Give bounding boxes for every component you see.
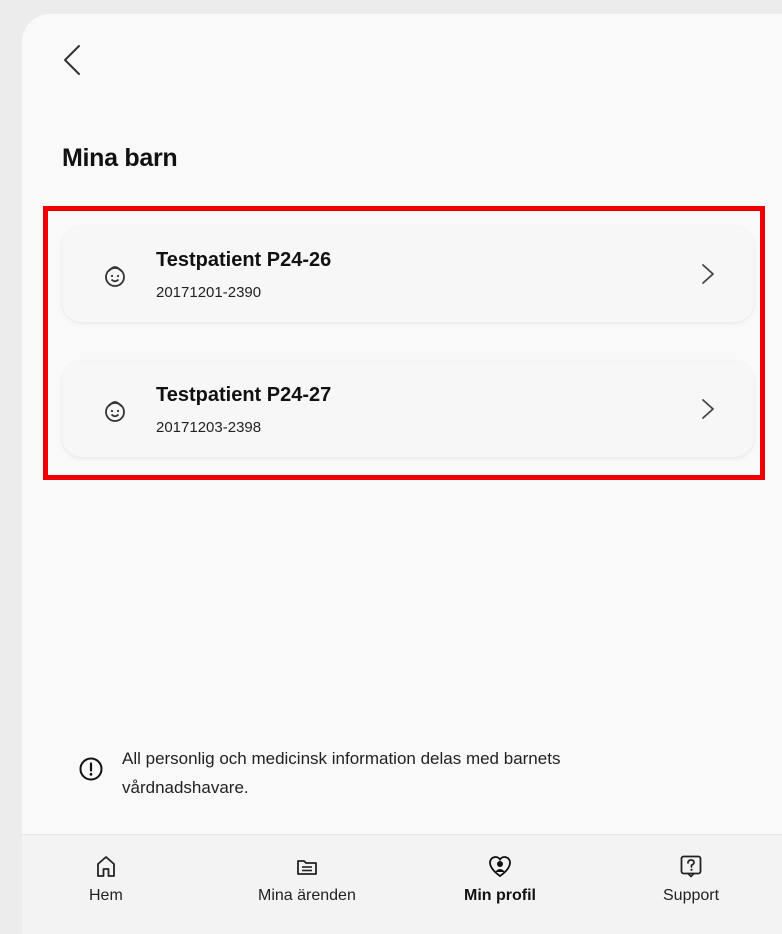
- info-text: All personlig och medicinsk information …: [122, 749, 561, 797]
- chevron-left-icon: [64, 45, 80, 75]
- inbox-icon: [297, 860, 317, 875]
- tab-support[interactable]: Support: [663, 853, 719, 905]
- tab-hem[interactable]: Hem: [89, 853, 123, 905]
- tab-mina-arenden[interactable]: Mina ärenden: [258, 853, 356, 905]
- chevron-right-icon: [700, 262, 716, 286]
- tab-label: Mina ärenden: [258, 887, 356, 904]
- tab-min-profil[interactable]: Min profil: [464, 853, 536, 905]
- child-card[interactable]: Testpatient P24-26 20171201-2390: [62, 226, 754, 322]
- bottom-tab-bar: Hem Mina ärenden Min profil Support: [22, 834, 782, 934]
- tab-label: Support: [663, 887, 720, 904]
- baby-icon: [100, 395, 130, 425]
- app-screen: Mina barn Testpatient P24-26 20171201-23…: [22, 14, 782, 934]
- tab-label: Min profil: [464, 887, 536, 904]
- info-circle-icon: [78, 756, 104, 782]
- tab-label: Hem: [89, 887, 123, 904]
- home-icon: [96, 856, 115, 877]
- child-card[interactable]: Testpatient P24-27 20171203-2398: [62, 361, 754, 457]
- chevron-right-icon: [700, 397, 716, 421]
- profile-heart-icon: [489, 856, 511, 878]
- child-name: Testpatient P24-26: [156, 249, 332, 271]
- baby-icon: [100, 260, 130, 290]
- child-name: Testpatient P24-27: [156, 384, 332, 406]
- page-title: Mina barn: [62, 144, 178, 172]
- child-personal-number: 20171203-2398: [156, 419, 262, 436]
- help-box-icon: [680, 855, 702, 878]
- child-personal-number: 20171201-2390: [156, 284, 262, 301]
- back-button[interactable]: [56, 40, 88, 80]
